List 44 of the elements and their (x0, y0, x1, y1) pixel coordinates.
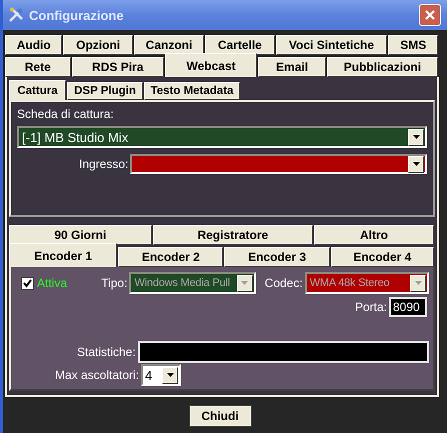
tab[interactable]: Registratore (152, 225, 313, 245)
tab[interactable]: Voci Sintetiche (276, 35, 388, 55)
tab[interactable]: Altro (314, 225, 434, 245)
max-listeners-dropdown[interactable]: 4 (141, 364, 182, 386)
dropdown-arrow-icon (414, 281, 422, 285)
tab[interactable]: Opzioni (63, 35, 133, 55)
tab[interactable]: Encoder 1 (9, 243, 118, 267)
dropdown-arrow-icon (241, 281, 248, 285)
field-label: Scheda di cattura: (17, 107, 114, 121)
tab[interactable]: Encoder 4 (330, 247, 434, 267)
capture-card-dropdown[interactable]: [-1] MB Studio Mix (17, 126, 427, 148)
tab[interactable]: Encoder 2 (118, 247, 224, 267)
tab[interactable]: Encoder 3 (224, 247, 330, 267)
tab[interactable]: Canzoni (134, 35, 204, 55)
dropdown-arrow-icon (412, 162, 420, 166)
tab[interactable]: 90 Giorni (9, 225, 152, 245)
field-label: Ingresso: (79, 157, 128, 171)
checkbox[interactable] (21, 276, 34, 290)
tab[interactable]: Cartelle (205, 35, 275, 55)
field-label: Porta: (354, 300, 387, 314)
tab[interactable]: RDS Pira (72, 57, 164, 77)
checkbox-label: Attiva (37, 276, 68, 290)
tools-icon (8, 7, 24, 23)
field-label: Statistiche: (77, 345, 136, 359)
tab[interactable]: DSP Plugin (67, 82, 143, 100)
tab[interactable]: SMS (388, 35, 438, 55)
dropdown-arrow-icon (166, 373, 174, 377)
field-label: Tipo: (101, 276, 128, 290)
tab[interactable]: Webcast (164, 53, 258, 77)
dropdown-arrow-icon (412, 135, 420, 139)
tab[interactable]: Cattura (9, 80, 66, 100)
window-title: Configurazione (29, 8, 125, 22)
tab[interactable]: Pubblicazioni (326, 57, 438, 77)
input-dropdown[interactable] (130, 154, 427, 174)
field-label: Codec: (264, 276, 303, 290)
tab[interactable]: Audio (5, 35, 62, 55)
close-icon (423, 8, 437, 22)
port-field[interactable]: 8090 (389, 297, 427, 317)
field-label: Max ascoltatori: (55, 368, 140, 382)
close-button[interactable] (419, 4, 441, 26)
close-dialog-button[interactable]: Chiudi (188, 405, 252, 427)
tab[interactable]: Email (258, 57, 326, 77)
tab[interactable]: Testo Metadata (144, 82, 240, 100)
tab[interactable]: Rete (5, 57, 71, 77)
